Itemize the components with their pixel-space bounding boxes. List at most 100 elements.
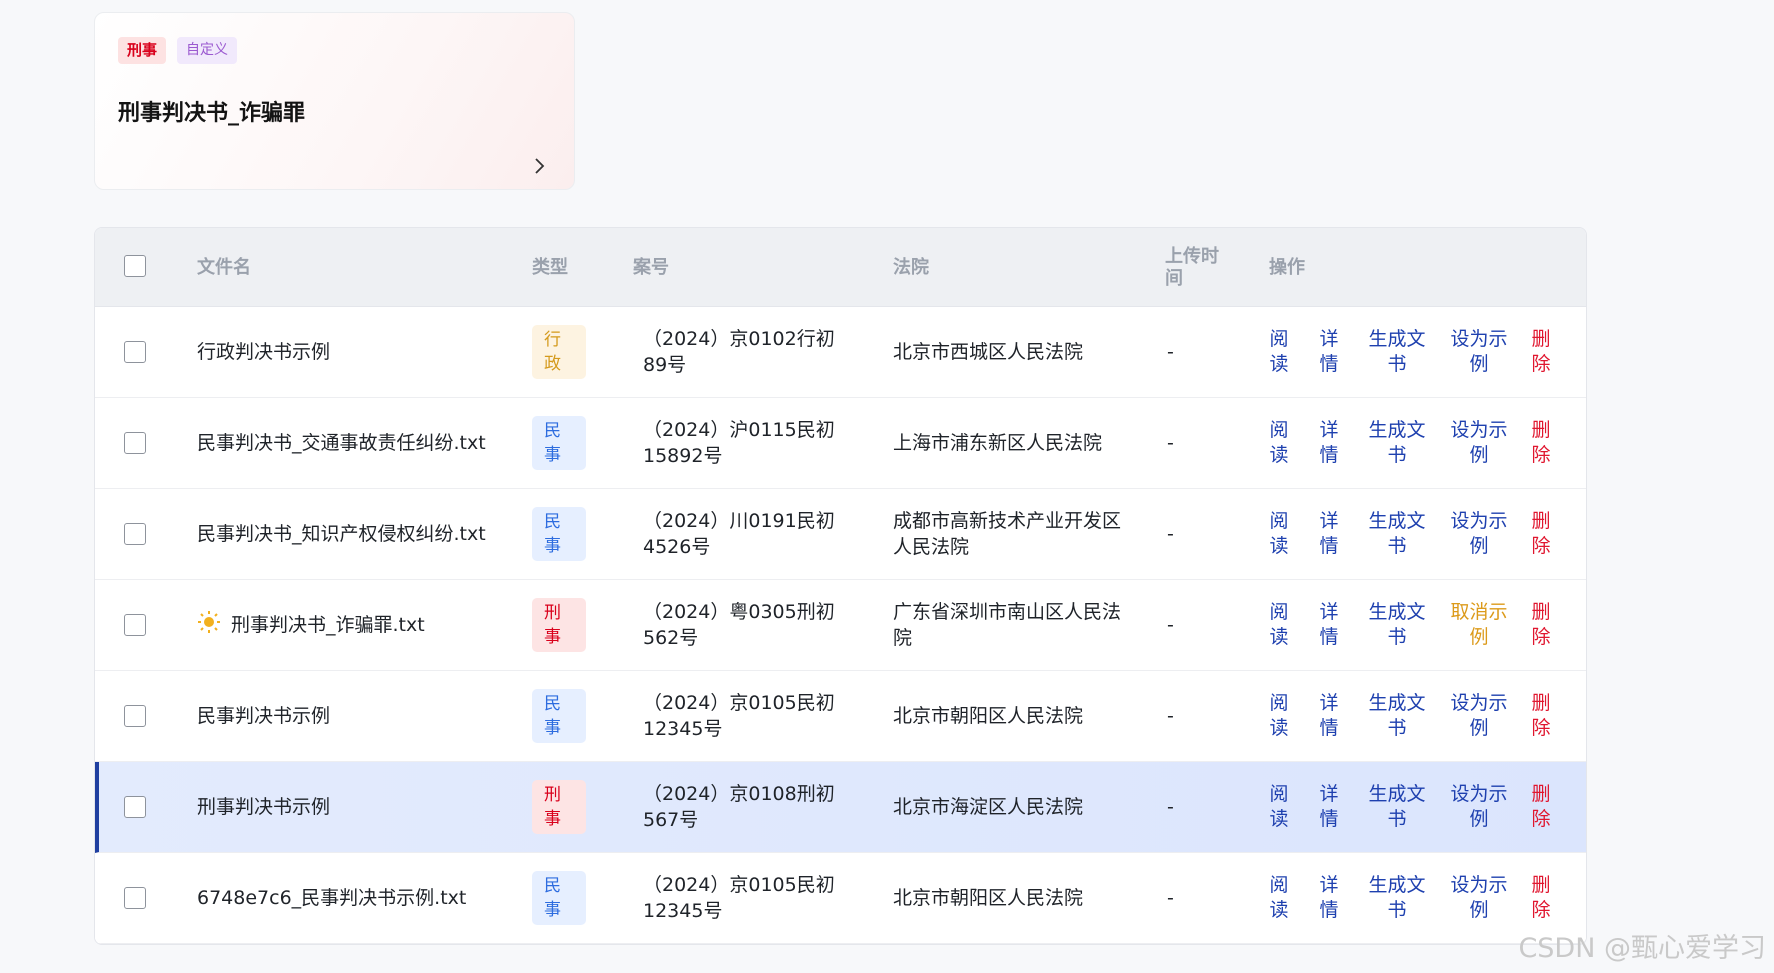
- row-checkbox[interactable]: [124, 887, 146, 909]
- delete-button[interactable]: 删除: [1531, 873, 1551, 923]
- type-badge: 民事: [532, 416, 586, 470]
- file-name-cell[interactable]: 民事判决书_交通事故责任纠纷.txt: [197, 398, 486, 488]
- toggle-example-button[interactable]: 设为示例: [1449, 418, 1509, 468]
- upload-time: -: [1167, 341, 1174, 363]
- type-label: 刑事: [544, 603, 561, 647]
- row-checkbox[interactable]: [124, 614, 146, 636]
- type-label: 行政: [544, 330, 561, 374]
- generate-document-button[interactable]: 生成文书: [1367, 509, 1427, 559]
- table-row[interactable]: 行政判决书示例 行政 （2024）京0102行初89号 北京市西城区人民法院 -…: [95, 307, 1586, 398]
- type-label: 民事: [544, 512, 561, 556]
- delete-button[interactable]: 删除: [1531, 418, 1551, 468]
- file-name-cell[interactable]: 民事判决书_知识产权侵权纠纷.txt: [197, 489, 486, 579]
- table-row[interactable]: 民事判决书_交通事故责任纠纷.txt 民事 （2024）沪0115民初15892…: [95, 398, 1586, 489]
- detail-button[interactable]: 详情: [1319, 782, 1339, 832]
- file-name[interactable]: 民事判决书_交通事故责任纠纷.txt: [197, 430, 486, 456]
- file-name-cell[interactable]: 6748e7c6_民事判决书示例.txt: [197, 853, 466, 943]
- read-button[interactable]: 阅读: [1269, 873, 1289, 923]
- header-type: 类型: [532, 256, 568, 278]
- read-button[interactable]: 阅读: [1269, 782, 1289, 832]
- generate-document-button[interactable]: 生成文书: [1367, 691, 1427, 741]
- read-button[interactable]: 阅读: [1269, 327, 1289, 377]
- table-row[interactable]: 民事判决书_知识产权侵权纠纷.txt 民事 （2024）川0191民初4526号…: [95, 489, 1586, 580]
- type-cell: 刑事: [532, 762, 586, 852]
- table-header: 文件名 类型 案号 法院 上传时间 操作: [95, 228, 1586, 307]
- upload-time: -: [1167, 796, 1174, 818]
- document-card[interactable]: 刑事 自定义 刑事判决书_诈骗罪: [94, 12, 575, 190]
- file-name-cell[interactable]: 行政判决书示例: [197, 307, 330, 397]
- row-checkbox[interactable]: [124, 705, 146, 727]
- delete-button[interactable]: 删除: [1531, 509, 1551, 559]
- header-case-no: 案号: [633, 256, 669, 278]
- type-badge: 刑事: [532, 598, 586, 652]
- upload-time: -: [1167, 432, 1174, 454]
- read-button[interactable]: 阅读: [1269, 691, 1289, 741]
- select-all-checkbox[interactable]: [124, 255, 146, 277]
- file-name[interactable]: 行政判决书示例: [197, 339, 330, 365]
- toggle-example-button[interactable]: 设为示例: [1449, 691, 1509, 741]
- delete-button[interactable]: 删除: [1531, 782, 1551, 832]
- table-row[interactable]: 刑事判决书_诈骗罪.txt 刑事 （2024）粤0305刑初562号 广东省深圳…: [95, 580, 1586, 671]
- file-name[interactable]: 刑事判决书_诈骗罪.txt: [231, 612, 425, 638]
- header-court: 法院: [893, 256, 929, 278]
- chevron-right-icon[interactable]: [527, 153, 553, 179]
- file-name[interactable]: 民事判决书_知识产权侵权纠纷.txt: [197, 521, 486, 547]
- delete-button[interactable]: 删除: [1531, 327, 1551, 377]
- upload-time: -: [1167, 705, 1174, 727]
- delete-button[interactable]: 删除: [1531, 691, 1551, 741]
- toggle-example-button[interactable]: 设为示例: [1449, 873, 1509, 923]
- table-row[interactable]: 刑事判决书示例 刑事 （2024）京0108刑初567号 北京市海淀区人民法院 …: [95, 762, 1586, 853]
- tag-criminal: 刑事: [118, 37, 167, 64]
- type-label: 刑事: [544, 785, 561, 829]
- row-checkbox[interactable]: [124, 341, 146, 363]
- court-name: 北京市海淀区人民法院: [893, 796, 1084, 818]
- toggle-example-button[interactable]: 设为示例: [1449, 509, 1509, 559]
- file-name-cell[interactable]: 刑事判决书示例: [197, 762, 330, 852]
- read-button[interactable]: 阅读: [1269, 418, 1289, 468]
- table-row[interactable]: 民事判决书示例 民事 （2024）京0105民初12345号 北京市朝阳区人民法…: [95, 671, 1586, 762]
- type-cell: 民事: [532, 489, 586, 579]
- type-label: 民事: [544, 876, 561, 920]
- type-label: 民事: [544, 421, 561, 465]
- row-checkbox[interactable]: [124, 432, 146, 454]
- court-name: 北京市西城区人民法院: [893, 341, 1084, 363]
- detail-button[interactable]: 详情: [1319, 418, 1339, 468]
- case-number: （2024）京0102行初89号: [643, 328, 835, 376]
- row-checkbox[interactable]: [124, 796, 146, 818]
- read-button[interactable]: 阅读: [1269, 509, 1289, 559]
- sun-icon: [197, 610, 221, 641]
- detail-button[interactable]: 详情: [1319, 691, 1339, 741]
- court-name: 北京市朝阳区人民法院: [893, 887, 1084, 909]
- court-name: 广东省深圳市南山区人民法院: [893, 601, 1122, 649]
- file-name[interactable]: 民事判决书示例: [197, 703, 330, 729]
- detail-button[interactable]: 详情: [1319, 509, 1339, 559]
- row-checkbox[interactable]: [124, 523, 146, 545]
- toggle-example-button[interactable]: 取消示例: [1449, 600, 1509, 650]
- file-name[interactable]: 刑事判决书示例: [197, 794, 330, 820]
- generate-document-button[interactable]: 生成文书: [1367, 782, 1427, 832]
- type-cell: 民事: [532, 398, 586, 488]
- file-name-cell[interactable]: 民事判决书示例: [197, 671, 330, 761]
- detail-button[interactable]: 详情: [1319, 600, 1339, 650]
- type-cell: 民事: [532, 853, 586, 943]
- generate-document-button[interactable]: 生成文书: [1367, 327, 1427, 377]
- read-button[interactable]: 阅读: [1269, 600, 1289, 650]
- generate-document-button[interactable]: 生成文书: [1367, 873, 1427, 923]
- upload-time: -: [1167, 614, 1174, 636]
- case-number: （2024）京0105民初12345号: [643, 874, 835, 922]
- toggle-example-button[interactable]: 设为示例: [1449, 782, 1509, 832]
- file-name[interactable]: 6748e7c6_民事判决书示例.txt: [197, 885, 466, 911]
- tag-custom: 自定义: [177, 37, 238, 64]
- case-number: （2024）沪0115民初15892号: [643, 419, 835, 467]
- header-upload-time: 上传时间: [1165, 245, 1219, 289]
- generate-document-button[interactable]: 生成文书: [1367, 600, 1427, 650]
- type-badge: 民事: [532, 871, 586, 925]
- detail-button[interactable]: 详情: [1319, 873, 1339, 923]
- toggle-example-button[interactable]: 设为示例: [1449, 327, 1509, 377]
- delete-button[interactable]: 删除: [1531, 600, 1551, 650]
- table-row[interactable]: 6748e7c6_民事判决书示例.txt 民事 （2024）京0105民初123…: [95, 853, 1586, 944]
- case-number: （2024）川0191民初4526号: [643, 510, 835, 558]
- detail-button[interactable]: 详情: [1319, 327, 1339, 377]
- file-name-cell[interactable]: 刑事判决书_诈骗罪.txt: [197, 580, 425, 670]
- generate-document-button[interactable]: 生成文书: [1367, 418, 1427, 468]
